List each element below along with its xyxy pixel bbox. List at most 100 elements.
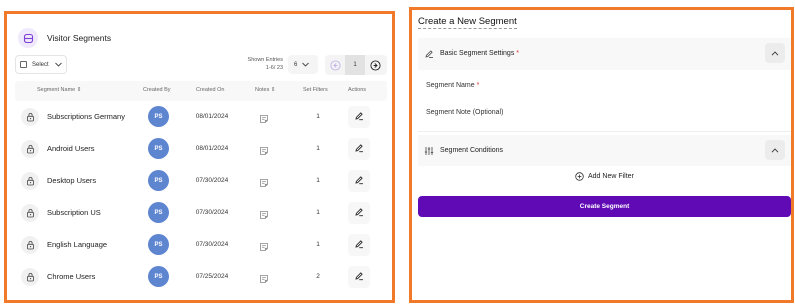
pencil-icon — [425, 50, 433, 59]
segment-name-field[interactable]: Segment Name * — [426, 82, 479, 89]
select-label: Select — [32, 61, 49, 68]
segment-name: Android Users — [47, 144, 95, 153]
shown-entries-label: Shown Entries — [247, 57, 283, 63]
pagination: 1 — [325, 55, 387, 75]
prev-page-button[interactable] — [325, 55, 345, 75]
set-filters-count: 1 — [316, 145, 320, 152]
select-all-checkbox[interactable] — [20, 61, 27, 68]
created-on-date: 07/30/2024 — [195, 209, 229, 216]
avatar: PS — [148, 202, 169, 223]
column-header-created-by: Created By — [143, 87, 171, 93]
form-title: Create a New Segment — [418, 16, 517, 29]
rows-per-page-select[interactable]: 6 — [288, 55, 318, 74]
note-icon[interactable] — [259, 143, 269, 161]
chevron-up-icon — [771, 50, 779, 56]
set-filters-count: 1 — [316, 241, 320, 248]
page-title: Visitor Segments — [47, 33, 112, 43]
pencil-icon — [354, 172, 364, 190]
panel-header: Visitor Segments — [18, 28, 111, 48]
avatar: PS — [148, 138, 169, 159]
edit-button[interactable] — [348, 266, 370, 288]
basic-settings-label: Basic Segment Settings * — [440, 50, 520, 57]
lock-icon — [21, 204, 39, 222]
note-icon[interactable] — [259, 175, 269, 193]
column-header-notes[interactable]: Notes ⇕ — [255, 87, 276, 93]
lock-icon — [21, 268, 39, 286]
create-segment-panel: Create a New Segment Basic Segment Setti… — [409, 7, 794, 303]
table-header: Segment Name ⇕ Created By Created On Not… — [15, 81, 387, 101]
segment-name: English Language — [47, 240, 108, 249]
note-icon[interactable] — [259, 207, 269, 225]
lock-icon — [21, 172, 39, 190]
edit-button[interactable] — [348, 170, 370, 192]
column-header-actions: Actions — [348, 87, 367, 93]
column-header-name[interactable]: Segment Name ⇕ — [37, 87, 81, 93]
table-row[interactable]: Subscription US PS 07/30/2024 1 — [15, 198, 387, 228]
add-new-filter-button[interactable]: Add New Filter — [575, 172, 634, 181]
pencil-icon — [354, 268, 364, 286]
chevron-down-icon — [302, 62, 310, 67]
bulk-select-dropdown[interactable]: Select — [15, 55, 67, 74]
segment-name: Chrome Users — [47, 272, 96, 281]
avatar: PS — [148, 170, 169, 191]
avatar: PS — [148, 266, 169, 287]
add-new-filter-label: Add New Filter — [588, 173, 634, 180]
lock-icon — [21, 236, 39, 254]
edit-button[interactable] — [348, 106, 370, 128]
rows-per-page-value: 6 — [294, 61, 298, 68]
created-on-date: 07/30/2024 — [195, 177, 229, 184]
avatar: PS — [148, 234, 169, 255]
created-on-date: 08/01/2024 — [195, 145, 229, 152]
edit-button[interactable] — [348, 138, 370, 160]
created-on-date: 07/30/2024 — [195, 241, 229, 248]
sliders-icon — [424, 147, 434, 155]
created-on-date: 07/25/2024 — [195, 273, 229, 280]
lock-icon — [21, 140, 39, 158]
set-filters-count: 2 — [316, 273, 320, 280]
pencil-icon — [354, 236, 364, 254]
next-page-button[interactable] — [365, 55, 385, 75]
table-row[interactable]: Chrome Users PS 07/25/2024 2 — [15, 262, 387, 292]
table-row[interactable]: Desktop Users PS 07/30/2024 1 — [15, 166, 387, 196]
lock-icon — [21, 108, 39, 126]
edit-button[interactable] — [348, 202, 370, 224]
set-filters-count: 1 — [316, 177, 320, 184]
segment-name: Subscription US — [47, 208, 101, 217]
current-page[interactable]: 1 — [345, 55, 365, 75]
created-on-date: 08/01/2024 — [195, 113, 229, 120]
collapse-conditions-button[interactable] — [765, 140, 785, 160]
plus-circle-icon — [575, 172, 584, 181]
segments-icon — [18, 28, 38, 48]
avatar: PS — [148, 106, 169, 127]
create-segment-button[interactable]: Create Segment — [418, 196, 791, 217]
table-row[interactable]: English Language PS 07/30/2024 1 — [15, 230, 387, 260]
column-header-filters: Set Filters — [303, 87, 328, 93]
basic-settings-section-header[interactable]: Basic Segment Settings * — [418, 38, 791, 70]
chevron-down-icon — [54, 62, 62, 67]
note-icon[interactable] — [259, 271, 269, 289]
table-row[interactable]: Subscriptions Germany PS 08/01/2024 1 — [15, 102, 387, 132]
table-row[interactable]: Android Users PS 08/01/2024 1 — [15, 134, 387, 164]
set-filters-count: 1 — [316, 209, 320, 216]
visitor-segments-panel: Visitor Segments Select Shown Entries 1-… — [4, 11, 395, 303]
note-icon[interactable] — [259, 239, 269, 257]
pencil-icon — [354, 204, 364, 222]
segment-conditions-label: Segment Conditions — [440, 147, 504, 154]
pencil-icon — [354, 108, 364, 126]
segment-name: Desktop Users — [47, 176, 97, 185]
chevron-up-icon — [771, 147, 779, 153]
arrow-right-icon — [369, 59, 381, 71]
arrow-left-icon — [329, 59, 341, 71]
edit-button[interactable] — [348, 234, 370, 256]
segment-conditions-section-header[interactable]: Segment Conditions — [418, 135, 791, 166]
segment-note-field[interactable]: Segment Note (Optional) — [426, 109, 503, 116]
segment-conditions-body: Add New Filter — [418, 166, 791, 190]
column-header-created-on: Created On — [196, 87, 225, 93]
collapse-basic-settings-button[interactable] — [765, 43, 785, 63]
set-filters-count: 1 — [316, 113, 320, 120]
note-icon[interactable] — [259, 111, 269, 129]
segment-name: Subscriptions Germany — [47, 112, 125, 121]
shown-entries: Shown Entries 1-6/ 23 — [235, 56, 283, 72]
pencil-icon — [354, 140, 364, 158]
basic-settings-body: Segment Name * Segment Note (Optional) — [418, 70, 791, 132]
